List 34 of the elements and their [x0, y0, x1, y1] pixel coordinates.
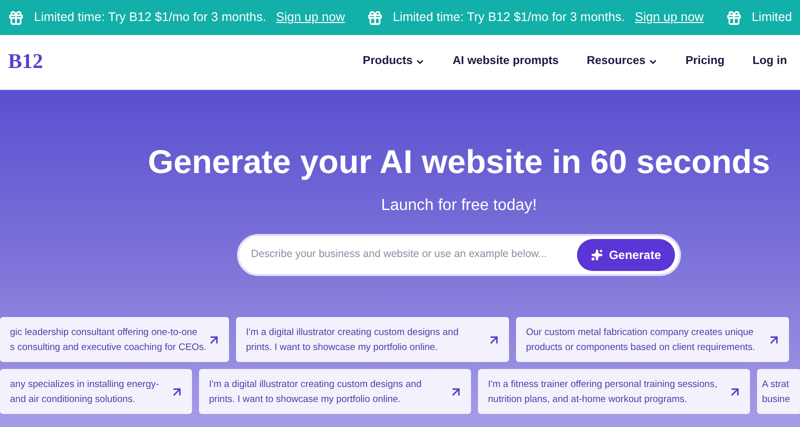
example-prompt-card[interactable]: I'm a digital illustrator creating custom designs and prints. I want to showcase my portfolio online. [199, 369, 471, 414]
example-prompt-card[interactable]: I'm a fitness trainer offering personal training sessions, nutrition plans, and at-home workout programs. [478, 369, 750, 414]
prompt-input-text[interactable]: Describe your business and website or use an example below... [251, 247, 577, 263]
example-prompt-card[interactable]: Our custom metal fabrication company creates unique products or components based on client requirements. [516, 317, 789, 362]
example-prompt-card[interactable]: A strat busine [757, 369, 800, 414]
chevron-icon [414, 57, 425, 67]
gift-icon [726, 10, 742, 26]
chevron-icon [648, 57, 658, 67]
gift-icon [8, 10, 24, 26]
nav-link[interactable]: Log in [752, 53, 787, 71]
promo-text: Limited time: Try B12 $1/mo for 3 months. [392, 9, 625, 26]
example-prompt-card[interactable]: gic leadership consultant offering one-to-one s consulting and executive coaching for CEOs. [0, 317, 229, 362]
promo-text: Limited time: Try B12 $1/mo for 3 months. [34, 9, 266, 26]
prompt-text: I'm a fitness trainer offering personal training sessions, nutrition plans, and at-home workout programs. [488, 378, 718, 406]
sparkle-icon [590, 249, 603, 261]
hero-title: Generate your AI website in 60 seconds [148, 142, 770, 182]
generate-button[interactable]: Generate [576, 239, 675, 271]
promo-text: Limited [752, 9, 792, 26]
example-prompt-card[interactable]: any specializes in installing energy- and air conditioning solutions. [0, 369, 192, 414]
nav-link[interactable]: Products [362, 53, 425, 71]
prompt-input[interactable]: Describe your business and website or use an example below... Generate [237, 234, 681, 276]
prompt-text: any specializes in installing energy- and air conditioning solutions. [10, 378, 159, 406]
gift-icon [366, 10, 383, 26]
prompt-text: A strat busine [762, 378, 790, 406]
nav-link[interactable]: AI website prompts [452, 53, 559, 71]
nav-link[interactable]: Resources [586, 53, 658, 71]
prompt-text: gic leadership consultant offering one-to-one s consulting and executive coaching for CEOs. [10, 326, 206, 354]
example-prompt-card[interactable]: I'm a digital illustrator creating custom designs and prints. I want to showcase my portfolio online. [236, 317, 509, 362]
prompt-text: I'm a digital illustrator creating custom designs and prints. I want to showcase my portfolio online. [209, 378, 422, 406]
prompt-text: I'm a digital illustrator creating custom designs and prints. I want to showcase my portfolio online. [246, 326, 458, 354]
logo[interactable]: B12 [8, 46, 44, 78]
hero-subtitle: Launch for free today! [381, 196, 537, 216]
nav-link[interactable]: Pricing [686, 53, 724, 71]
prompt-text: Our custom metal fabrication company creates unique products or components based on client requirements. [526, 326, 756, 354]
